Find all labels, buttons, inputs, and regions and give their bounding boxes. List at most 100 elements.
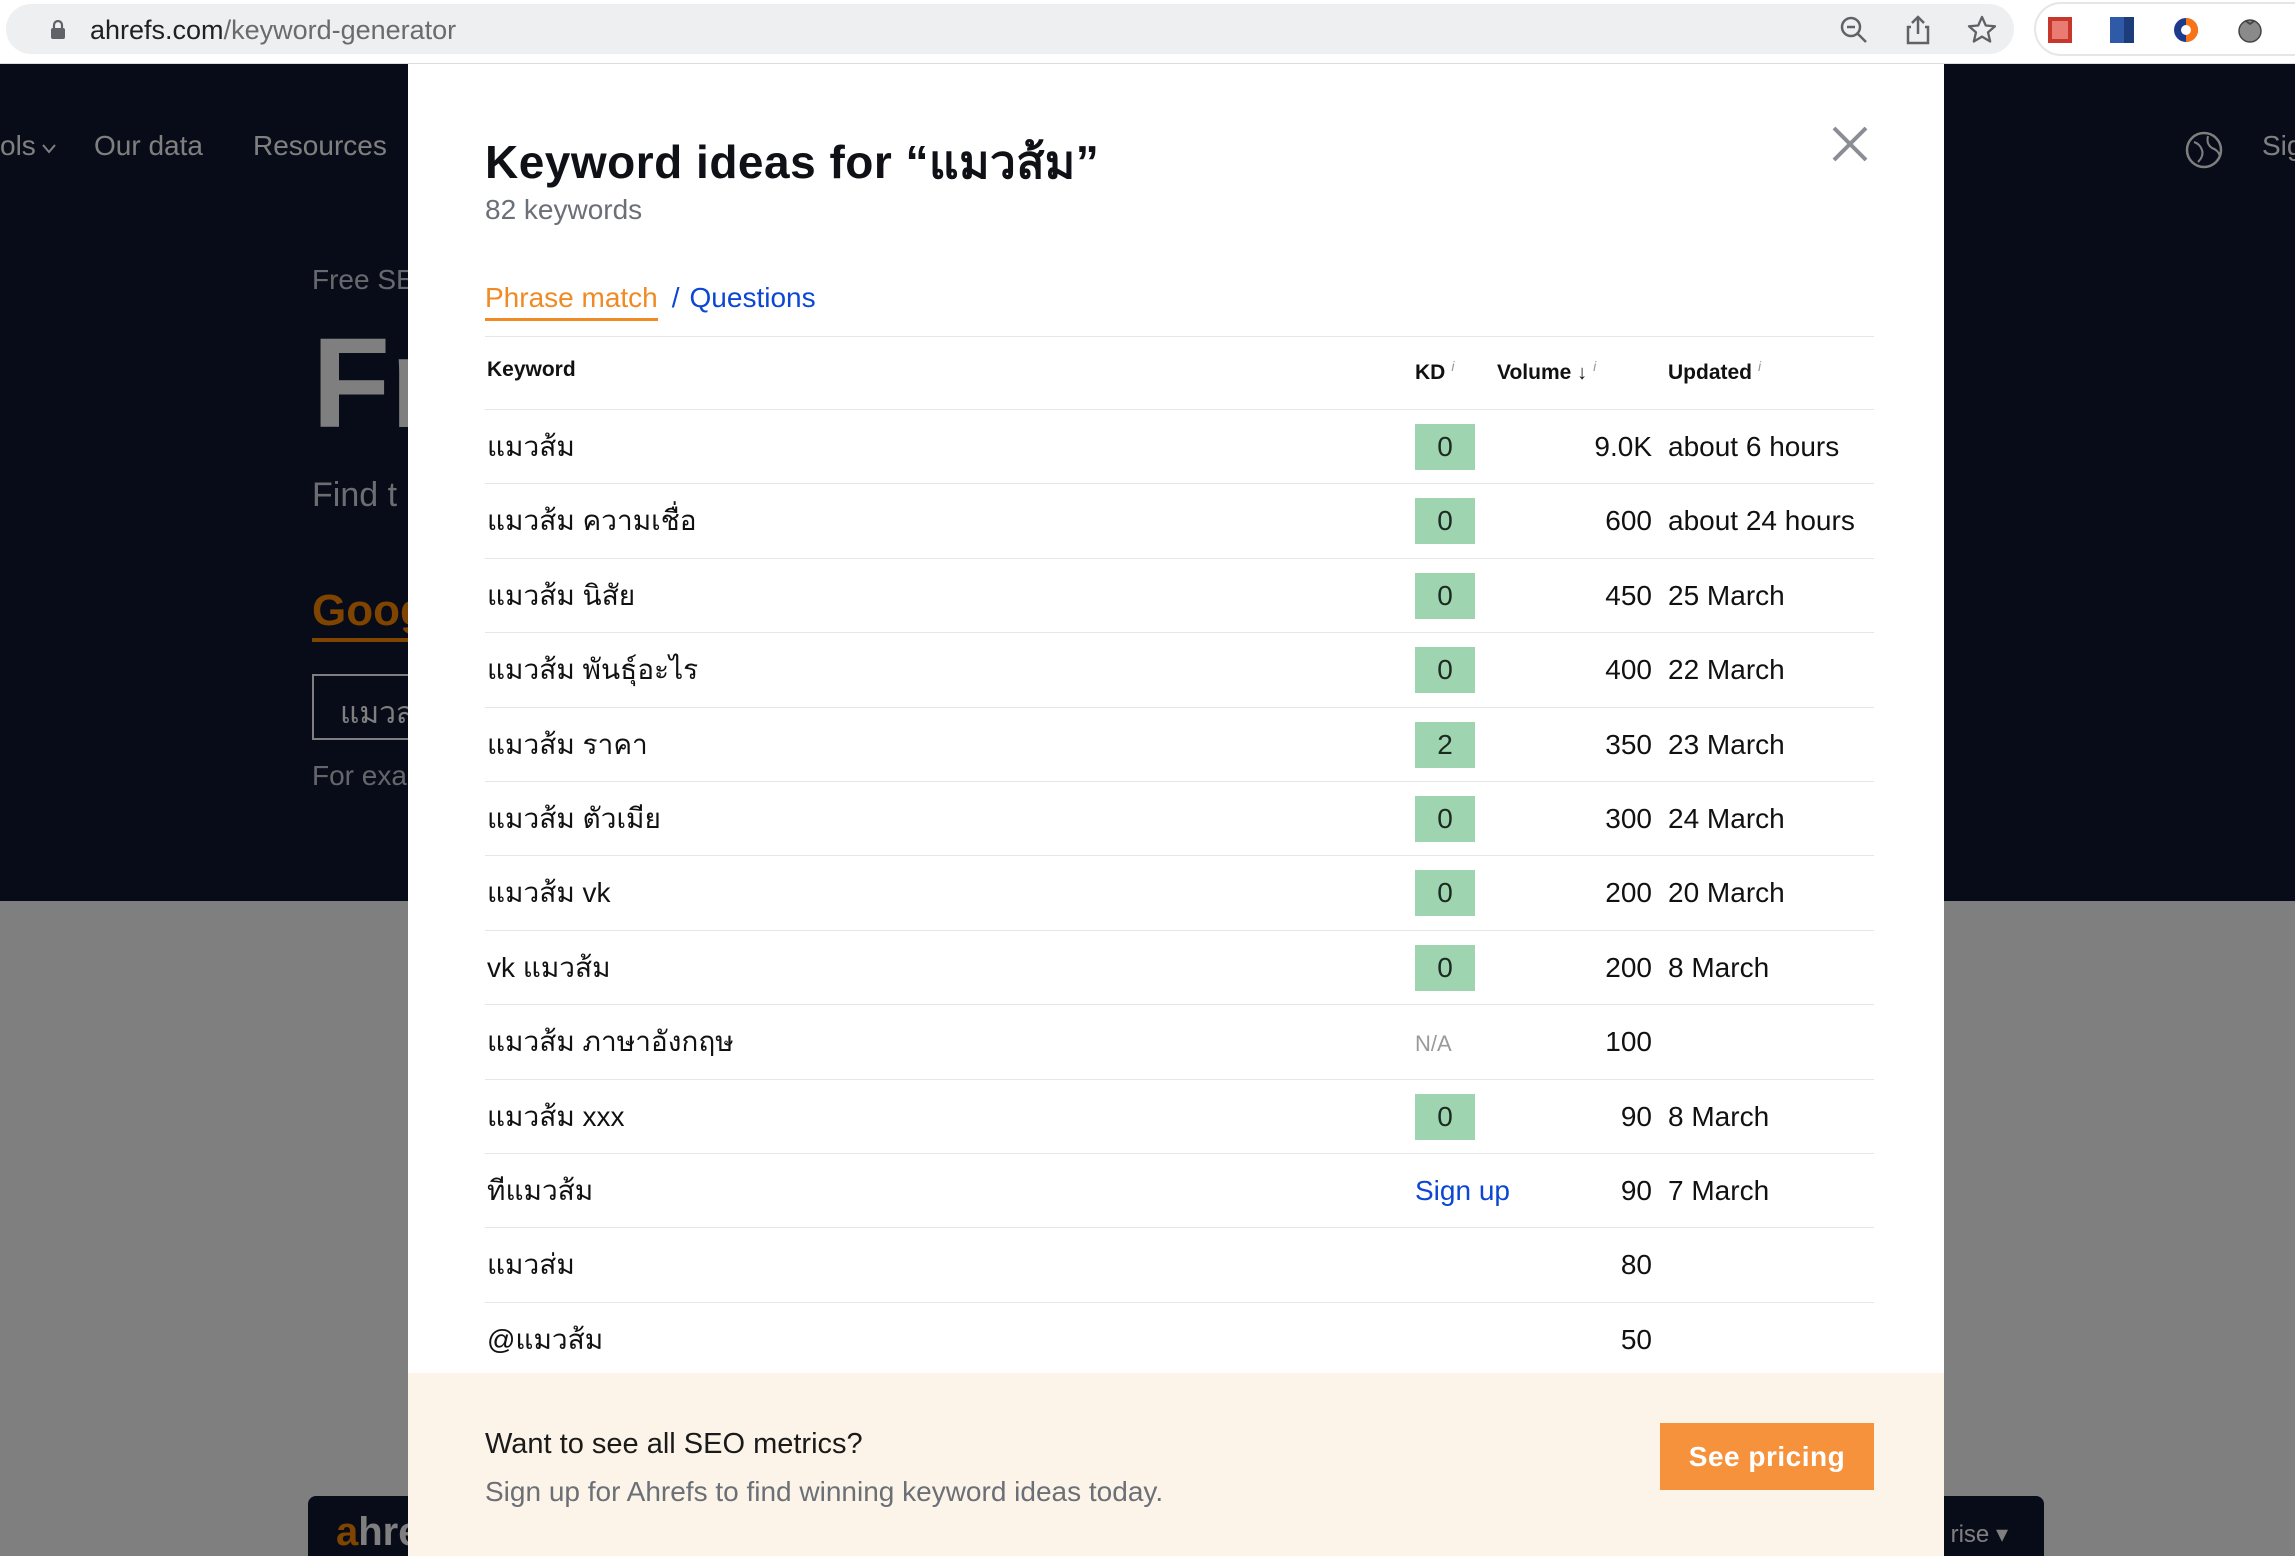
keyword-cell[interactable]: แมวส้ม (487, 410, 575, 484)
volume-cell: 90 (1620, 1174, 1652, 1206)
volume-cell: 300 (1605, 802, 1652, 834)
url-domain: ahrefs.com (90, 15, 224, 45)
keyword-ideas-modal: Keyword ideas for “แมวส้ม” 82 keywords P… (408, 64, 1944, 1556)
volume-cell: 9.0K (1594, 431, 1652, 462)
extensions-tray (2034, 2, 2295, 56)
see-pricing-button[interactable]: See pricing (1660, 1423, 1874, 1490)
keyword-cell[interactable]: แมวส้ม vk (487, 856, 611, 930)
updated-cell: about 24 hours (1668, 505, 1855, 537)
dictionary-extension-icon[interactable] (2108, 16, 2136, 44)
tab-separator: / (671, 282, 680, 313)
table-row: แมวส้ม ราคา 2 350 23 March (485, 708, 1874, 782)
kd-cell: 2 (1415, 708, 1475, 782)
table-row: แมวส้ม vk 0 200 20 March (485, 856, 1874, 931)
signup-promo: Want to see all SEO metrics? Sign up for… (408, 1373, 1944, 1556)
table-row: แมวส้ม ความเชื่อ 0 600 about 24 hours (485, 484, 1874, 559)
column-header-updated: Updated i (1668, 358, 1761, 385)
kd-badge: 0 (1415, 795, 1475, 842)
kd-not-available: N/A (1415, 1031, 1452, 1057)
keyword-cell[interactable]: แมวส้ม ราคา (487, 708, 648, 782)
column-kd-label: KD (1415, 361, 1446, 384)
updated-cell: about 6 hours (1668, 431, 1840, 462)
keyword-cell[interactable]: แมวส้ม ตัวเมีย (487, 782, 661, 856)
color-extension-icon[interactable] (2172, 16, 2200, 44)
volume-cell: 80 (1620, 1249, 1652, 1281)
divider (485, 336, 1874, 337)
updated-cell: 20 March (1668, 877, 1785, 909)
column-header-keyword: Keyword (487, 358, 576, 382)
share-icon[interactable] (1902, 14, 1934, 46)
tab-phrase-match[interactable]: Phrase match (485, 282, 658, 321)
url-path: /keyword-generator (223, 15, 457, 45)
kd-badge: 2 (1415, 721, 1475, 768)
browser-toolbar: ahrefs.com/keyword-generator (0, 0, 2295, 64)
promo-title: Want to see all SEO metrics? (485, 1428, 863, 1460)
keyword-cell[interactable]: แมวส้ม พันธุ์อะไร (487, 633, 698, 707)
kd-cell: N/A (1415, 1005, 1452, 1079)
bookmark-star-icon[interactable] (1966, 14, 1998, 46)
keyword-cell[interactable]: แมวส้ม xxx (487, 1080, 625, 1154)
promo-subtitle: Sign up for Ahrefs to find winning keywo… (485, 1476, 1164, 1507)
column-header-kd[interactable]: KD i (1415, 358, 1454, 385)
updated-cell: 23 March (1668, 728, 1785, 760)
table-row: แมวส้ม ภาษาอังกฤษ N/A 100 (485, 1005, 1874, 1080)
pdf-extension-icon[interactable] (2046, 16, 2074, 44)
tomato-timer-extension-icon[interactable] (2236, 16, 2264, 44)
volume-cell: 600 (1605, 505, 1652, 537)
table-row: ทีแมวส้ม Sign up 90 7 March (485, 1154, 1874, 1229)
updated-cell: 24 March (1668, 802, 1785, 834)
info-icon[interactable]: i (1451, 358, 1454, 374)
updated-cell: 25 March (1668, 579, 1785, 611)
keyword-cell[interactable]: แมวส่ม (487, 1228, 575, 1302)
zoom-icon[interactable] (1838, 14, 1870, 46)
table-row: vk แมวส้ม 0 200 8 March (485, 931, 1874, 1006)
table-row: @แมวส้ม 50 (485, 1303, 1874, 1378)
keyword-cell[interactable]: แมวส้ม ภาษาอังกฤษ (487, 1005, 734, 1079)
column-updated-label: Updated (1668, 361, 1752, 384)
kd-cell: 0 (1415, 484, 1475, 558)
kd-cell: 0 (1415, 559, 1475, 633)
volume-cell: 50 (1620, 1323, 1652, 1355)
address-bar[interactable]: ahrefs.com/keyword-generator (6, 4, 2014, 54)
updated-cell: 8 March (1668, 951, 1770, 983)
kd-cell: 0 (1415, 633, 1475, 707)
keyword-cell[interactable]: ทีแมวส้ม (487, 1154, 593, 1228)
keywords-table: Keyword KD i Volume ↓ i Updated i แมวส้ม 0 9.… (485, 338, 1874, 1378)
lock-icon (51, 20, 65, 39)
close-icon[interactable] (1828, 122, 1872, 166)
column-keyword-label: Keyword (487, 358, 576, 381)
kd-cell: 0 (1415, 1080, 1475, 1154)
keyword-cell[interactable]: แมวส้ม ความเชื่อ (487, 484, 697, 558)
table-row: แมวส่ม 80 (485, 1228, 1874, 1303)
volume-cell: 450 (1605, 579, 1652, 611)
table-row: แมวส้ม นิสัย 0 450 25 March (485, 559, 1874, 634)
info-icon[interactable]: i (1758, 358, 1761, 374)
updated-cell: 8 March (1668, 1100, 1770, 1132)
keyword-cell[interactable]: vk แมวส้ม (487, 931, 611, 1005)
keyword-count: 82 keywords (485, 194, 643, 225)
volume-cell: 90 (1620, 1100, 1652, 1132)
column-header-volume[interactable]: Volume ↓ i (1497, 358, 1596, 385)
table-header: Keyword KD i Volume ↓ i Updated i (485, 338, 1874, 410)
kd-cell: 0 (1415, 410, 1475, 484)
match-type-tabs: Phrase match / Questions (485, 282, 816, 326)
kd-badge: 0 (1415, 572, 1475, 619)
volume-cell: 350 (1605, 728, 1652, 760)
volume-cell: 200 (1605, 951, 1652, 983)
keyword-cell[interactable]: @แมวส้ม (487, 1303, 603, 1377)
kd-badge: 0 (1415, 498, 1475, 545)
table-row: แมวส้ม 0 9.0K about 6 hours (485, 410, 1874, 485)
volume-cell: 100 (1605, 1026, 1652, 1058)
kd-cell: 0 (1415, 931, 1475, 1005)
kd-cell: 0 (1415, 856, 1475, 930)
keyword-cell[interactable]: แมวส้ม นิสัย (487, 559, 635, 633)
kd-badge: 0 (1415, 424, 1475, 470)
table-body: แมวส้ม 0 9.0K about 6 hours แมวส้ม ความเชื่อ… (485, 410, 1874, 1378)
table-row: แมวส้ม พันธุ์อะไร 0 400 22 March (485, 633, 1874, 708)
table-row: แมวส้ม ตัวเมีย 0 300 24 March (485, 782, 1874, 857)
url-text: ahrefs.com/keyword-generator (90, 14, 456, 46)
kd-badge: 0 (1415, 870, 1475, 917)
tab-questions[interactable]: Questions (690, 282, 816, 313)
info-icon[interactable]: i (1593, 358, 1596, 374)
updated-cell: 22 March (1668, 654, 1785, 686)
